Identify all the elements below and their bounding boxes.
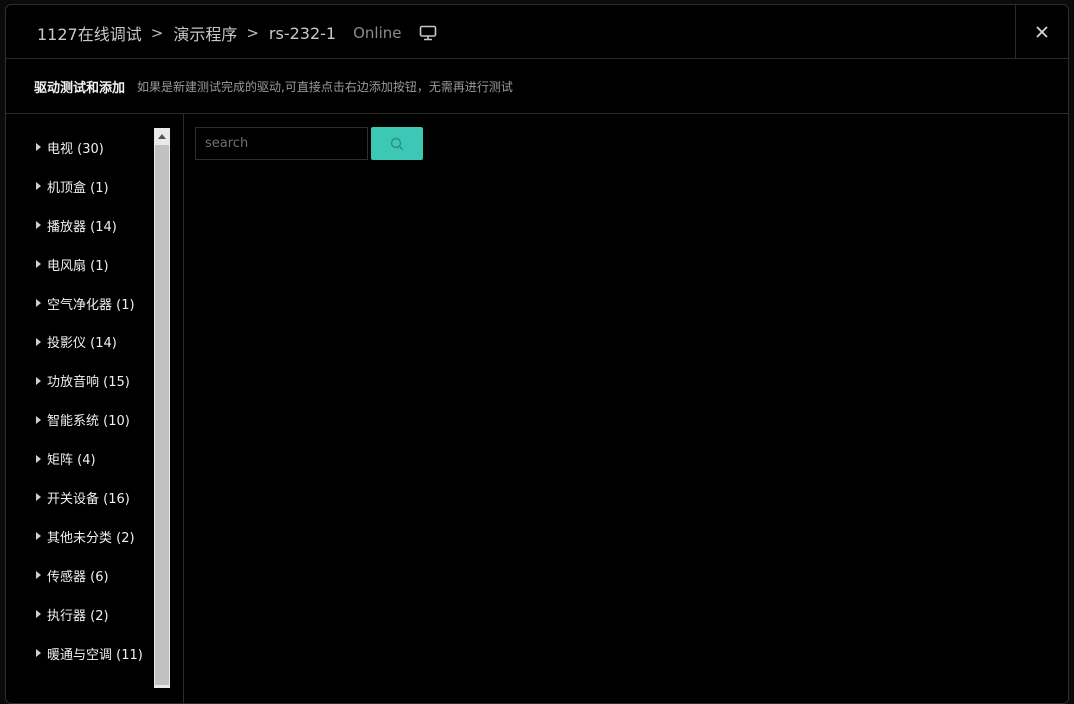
tree-item-label: 电风扇 (1): [47, 258, 109, 274]
tree-item-label: 智能系统 (10): [47, 414, 130, 430]
tree-item-fan[interactable]: 电风扇 (1): [36, 245, 143, 284]
breadcrumb-separator: >: [150, 24, 164, 42]
expand-arrow-icon[interactable]: [36, 532, 41, 541]
search-icon: [390, 137, 404, 150]
dialog-header: 1127在线调试 > 演示程序 > rs-232-1 Online: [6, 5, 1068, 59]
tree-item-actuator[interactable]: 执行器 (2): [36, 595, 143, 634]
close-button[interactable]: [1015, 5, 1068, 59]
tree-item-label: 矩阵 (4): [47, 453, 96, 469]
expand-arrow-icon[interactable]: [36, 610, 41, 619]
expand-arrow-icon[interactable]: [36, 454, 41, 463]
tree-item-label: 播放器 (14): [47, 219, 117, 235]
breadcrumb-program[interactable]: 演示程序: [173, 21, 237, 45]
search-button[interactable]: [371, 127, 423, 160]
driver-category-sidebar: 电视 (30) 机顶盒 (1) 播放器 (14) 电风扇 (1) 空气净化器 (…: [6, 114, 184, 703]
tree-item-label: 电视 (30): [47, 141, 104, 157]
tree-item-switch-device[interactable]: 开关设备 (16): [36, 478, 143, 517]
tree-item-set-top-box[interactable]: 机顶盒 (1): [36, 167, 143, 206]
tree-item-label: 机顶盒 (1): [47, 180, 109, 196]
tree-item-sensor[interactable]: 传感器 (6): [36, 556, 143, 595]
tree-item-matrix[interactable]: 矩阵 (4): [36, 439, 143, 478]
expand-arrow-icon[interactable]: [36, 493, 41, 502]
tree-item-label: 执行器 (2): [47, 608, 109, 624]
section-header: 驱动测试和添加 如果是新建测试完成的驱动,可直接点击右边添加按钮，无需再进行测试: [6, 59, 1068, 114]
close-icon: [1036, 26, 1048, 38]
expand-arrow-icon[interactable]: [36, 571, 41, 580]
tree-item-label: 空气净化器 (1): [47, 297, 135, 313]
tree-item-player[interactable]: 播放器 (14): [36, 206, 143, 245]
tree-item-label: 功放音响 (15): [47, 375, 130, 391]
breadcrumb-project[interactable]: 1127在线调试: [37, 21, 142, 45]
category-tree: 电视 (30) 机顶盒 (1) 播放器 (14) 电风扇 (1) 空气净化器 (…: [36, 128, 143, 672]
section-description: 如果是新建测试完成的驱动,可直接点击右边添加按钮，无需再进行测试: [137, 79, 513, 94]
search-input[interactable]: [195, 127, 368, 160]
breadcrumb: 1127在线调试 > 演示程序 > rs-232-1 Online: [37, 20, 437, 46]
expand-arrow-icon[interactable]: [36, 376, 41, 385]
tree-item-label: 开关设备 (16): [47, 491, 130, 507]
section-title: 驱动测试和添加: [34, 80, 126, 96]
monitor-icon[interactable]: [419, 25, 437, 41]
expand-arrow-icon[interactable]: [36, 143, 41, 152]
tree-item-air-purifier[interactable]: 空气净化器 (1): [36, 284, 143, 323]
expand-arrow-icon[interactable]: [36, 415, 41, 424]
tree-item-label: 其他未分类 (2): [47, 530, 135, 546]
breadcrumb-separator: >: [246, 24, 259, 42]
tree-item-label: 投影仪 (14): [47, 336, 117, 352]
expand-arrow-icon[interactable]: [36, 221, 41, 230]
tree-item-smart-system[interactable]: 智能系统 (10): [36, 400, 143, 439]
scroll-up-arrow-icon: [158, 133, 166, 139]
expand-arrow-icon[interactable]: [36, 182, 41, 191]
expand-arrow-icon[interactable]: [36, 299, 41, 307]
scroll-up-button[interactable]: [154, 128, 170, 144]
debug-dialog: 1127在线调试 > 演示程序 > rs-232-1 Online 驱动测试和添…: [5, 4, 1069, 704]
expand-arrow-icon[interactable]: [36, 260, 41, 269]
expand-arrow-icon[interactable]: [36, 337, 41, 346]
tree-item-uncategorized[interactable]: 其他未分类 (2): [36, 517, 143, 556]
tree-item-amplifier[interactable]: 功放音响 (15): [36, 361, 143, 400]
status-badge: Online: [353, 24, 402, 42]
tree-item-hvac[interactable]: 暖通与空调 (11): [36, 634, 143, 673]
tree-item-label: 暖通与空调 (11): [47, 647, 143, 663]
expand-arrow-icon[interactable]: [36, 649, 41, 658]
breadcrumb-device: rs-232-1: [268, 23, 337, 43]
tree-item-tv[interactable]: 电视 (30): [36, 128, 143, 167]
sidebar-scrollbar[interactable]: [154, 128, 170, 688]
scrollbar-thumb[interactable]: [155, 145, 169, 685]
tree-item-projector[interactable]: 投影仪 (14): [36, 322, 143, 361]
search-bar: [195, 127, 423, 160]
tree-item-label: 传感器 (6): [47, 569, 109, 585]
